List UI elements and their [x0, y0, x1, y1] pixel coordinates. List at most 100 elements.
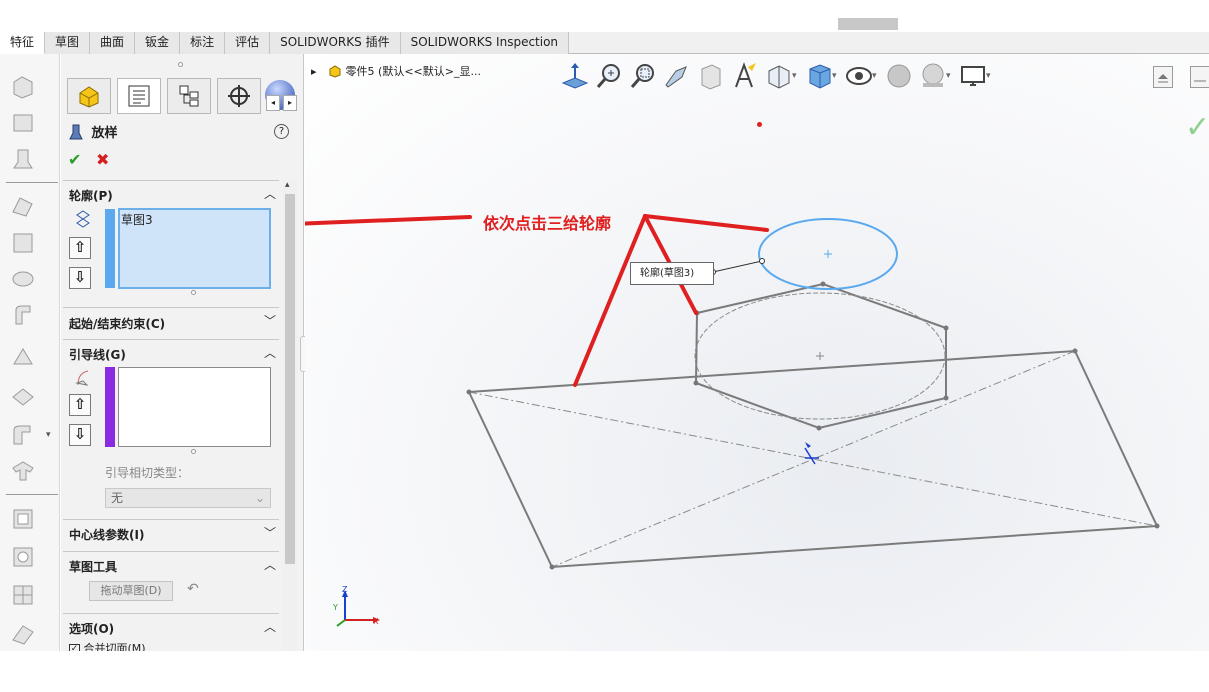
shell-icon[interactable]: [10, 506, 36, 532]
scroll-up-icon[interactable]: ▴: [285, 180, 290, 190]
move-up-button[interactable]: ⇧: [69, 237, 91, 259]
tab-dimxpert-manager[interactable]: [217, 78, 261, 114]
section-divider: [63, 307, 279, 308]
merge-tangent-label: 合并切面(M): [83, 642, 146, 651]
tab-sheet-metal[interactable]: 钣金: [135, 32, 181, 54]
tangency-type-value: 无: [111, 491, 124, 505]
hole-wizard-icon[interactable]: [10, 230, 36, 256]
extruded-cut-icon[interactable]: [10, 194, 36, 220]
manager-tabs: ◂ ▸: [61, 76, 303, 116]
section-divider: [63, 613, 279, 614]
profile-callout[interactable]: 轮廓(草图3): [630, 262, 714, 285]
tab-evaluate[interactable]: 评估: [225, 32, 271, 54]
panel-resize-dot[interactable]: [178, 62, 183, 67]
guide-move-down-button[interactable]: ⇩: [69, 424, 91, 446]
guide-curve-icon: [75, 370, 89, 386]
profiles-list[interactable]: 草图3: [118, 208, 271, 289]
plane-diagonal: [551, 350, 1076, 568]
tab-configuration-manager[interactable]: [167, 78, 211, 114]
guide-list-resize-dot[interactable]: [191, 449, 196, 454]
section-divider: [63, 339, 279, 340]
tangency-type-label: 引导相切类型：: [105, 466, 190, 480]
tab-property-manager[interactable]: [117, 78, 161, 114]
feature-title: 放样: [69, 122, 118, 144]
section-divider: [63, 180, 279, 181]
tab-features[interactable]: 特征: [0, 32, 46, 54]
toolbar-scroll-block[interactable]: [838, 18, 898, 30]
scrollbar-thumb[interactable]: [285, 194, 295, 564]
revolved-cut-icon[interactable]: [10, 266, 36, 292]
list-resize-dot[interactable]: [191, 290, 196, 295]
tangency-type-select[interactable]: 无 ⌄: [105, 488, 271, 508]
feature-command-column: ▾: [0, 54, 60, 651]
guide-curves-list[interactable]: [118, 367, 271, 447]
move-down-button[interactable]: ⇩: [69, 267, 91, 289]
section-divider: [63, 519, 279, 520]
centerline-expand-icon[interactable]: ﹀: [264, 524, 276, 541]
profiles-color-bar: [105, 209, 115, 288]
guide-curves-color-bar: [105, 367, 115, 447]
annotation-lines: [305, 214, 769, 387]
lofted-cut-icon[interactable]: [10, 344, 36, 370]
boundary-cut-icon[interactable]: [10, 384, 36, 410]
profiles-collapse-icon[interactable]: ︿: [264, 185, 276, 202]
tab-inspection[interactable]: SOLIDWORKS Inspection: [400, 32, 570, 54]
tab-scroll-right-icon[interactable]: ▸: [283, 95, 297, 111]
ok-button[interactable]: ✔: [68, 150, 81, 169]
triad-x-label: X: [373, 617, 379, 626]
profiles-header[interactable]: 轮廓(P): [69, 187, 113, 204]
rib-icon[interactable]: [10, 458, 36, 484]
loft-profile-icon: [76, 210, 90, 228]
cancel-button[interactable]: ✖: [96, 150, 109, 169]
guide-move-up-button[interactable]: ⇧: [69, 394, 91, 416]
wrap-icon[interactable]: [10, 544, 36, 570]
solidworks-window: 特征 草图 曲面 钣金 标注 评估 SOLIDWORKS 插件 SOLIDWOR…: [0, 0, 1209, 692]
sketch-tools-header[interactable]: 草图工具: [69, 558, 117, 575]
top-toolbar-strip: [0, 0, 1209, 32]
centerline-header[interactable]: 中心线参数(I): [69, 526, 144, 543]
swept-cut-icon[interactable]: [10, 302, 36, 328]
intersect-icon[interactable]: [10, 582, 36, 608]
tab-sketch[interactable]: 草图: [45, 32, 91, 54]
extruded-boss-icon[interactable]: [10, 74, 36, 100]
model-viewport-svg: [305, 214, 1160, 570]
tab-markup[interactable]: 标注: [180, 32, 226, 54]
panel-scrollbar[interactable]: ▴: [283, 180, 297, 651]
property-manager-icon: [128, 85, 150, 107]
revolved-boss-icon[interactable]: [10, 110, 36, 136]
profile-item[interactable]: 草图3: [120, 210, 269, 229]
guide-curves-header[interactable]: 引导线(G): [69, 346, 126, 363]
tab-addins[interactable]: SOLIDWORKS 插件: [270, 32, 401, 54]
tab-surfaces[interactable]: 曲面: [90, 32, 136, 54]
sketch-tools-collapse-icon[interactable]: ︿: [264, 556, 276, 573]
options-header[interactable]: 选项(O): [69, 620, 114, 637]
loft-feature-icon: [69, 124, 83, 144]
annotation-instruction-text: 依次点击三给轮廓: [483, 214, 612, 233]
merge-tangent-option[interactable]: ✓ 合并切面(M): [69, 640, 146, 651]
options-collapse-icon[interactable]: ︿: [264, 618, 276, 635]
fillet-dropdown-icon[interactable]: ▾: [46, 430, 51, 440]
section-divider: [63, 551, 279, 552]
triad-z-label: Z: [342, 585, 348, 594]
tab-feature-manager[interactable]: [67, 78, 111, 114]
triad-y-label: Y: [333, 603, 338, 612]
start-end-expand-icon[interactable]: ﹀: [264, 312, 276, 329]
loft-property-manager: ◂ ▸ 放样 ? ✔ ✖ 轮廓(P) ︿ ▴ 草图3 ⇧ ⇩ 起始/结束约束(C…: [61, 54, 304, 651]
origin-marker: [804, 442, 819, 465]
undo-drag-icon[interactable]: ↶: [187, 581, 199, 597]
help-icon[interactable]: ?: [274, 124, 289, 139]
loft-boss-icon[interactable]: [10, 146, 36, 172]
command-manager-tabs: 特征 草图 曲面 钣金 标注 评估 SOLIDWORKS 插件 SOLIDWOR…: [0, 32, 1209, 54]
start-end-constraints-header[interactable]: 起始/结束约束(C): [69, 315, 165, 332]
fillet-icon[interactable]: [10, 422, 36, 448]
tab-scroll-left-icon[interactable]: ◂: [266, 95, 280, 111]
configuration-manager-icon: [179, 85, 199, 107]
drag-sketch-button[interactable]: 拖动草图(D): [89, 581, 173, 601]
graphics-area[interactable]: ▸ 零件5 (默认<<默认>_显... ▾ ▾ ▾ ▾ ▾ ✓ 轮廓(草图3) …: [305, 54, 1209, 651]
curves-icon[interactable]: [10, 620, 36, 646]
guide-curves-collapse-icon[interactable]: ︿: [264, 344, 276, 361]
merge-tangent-checkbox[interactable]: ✓: [69, 643, 80, 651]
chevron-down-icon: ⌄: [254, 491, 265, 505]
feature-manager-icon: [79, 86, 99, 108]
column-divider: [6, 494, 58, 495]
